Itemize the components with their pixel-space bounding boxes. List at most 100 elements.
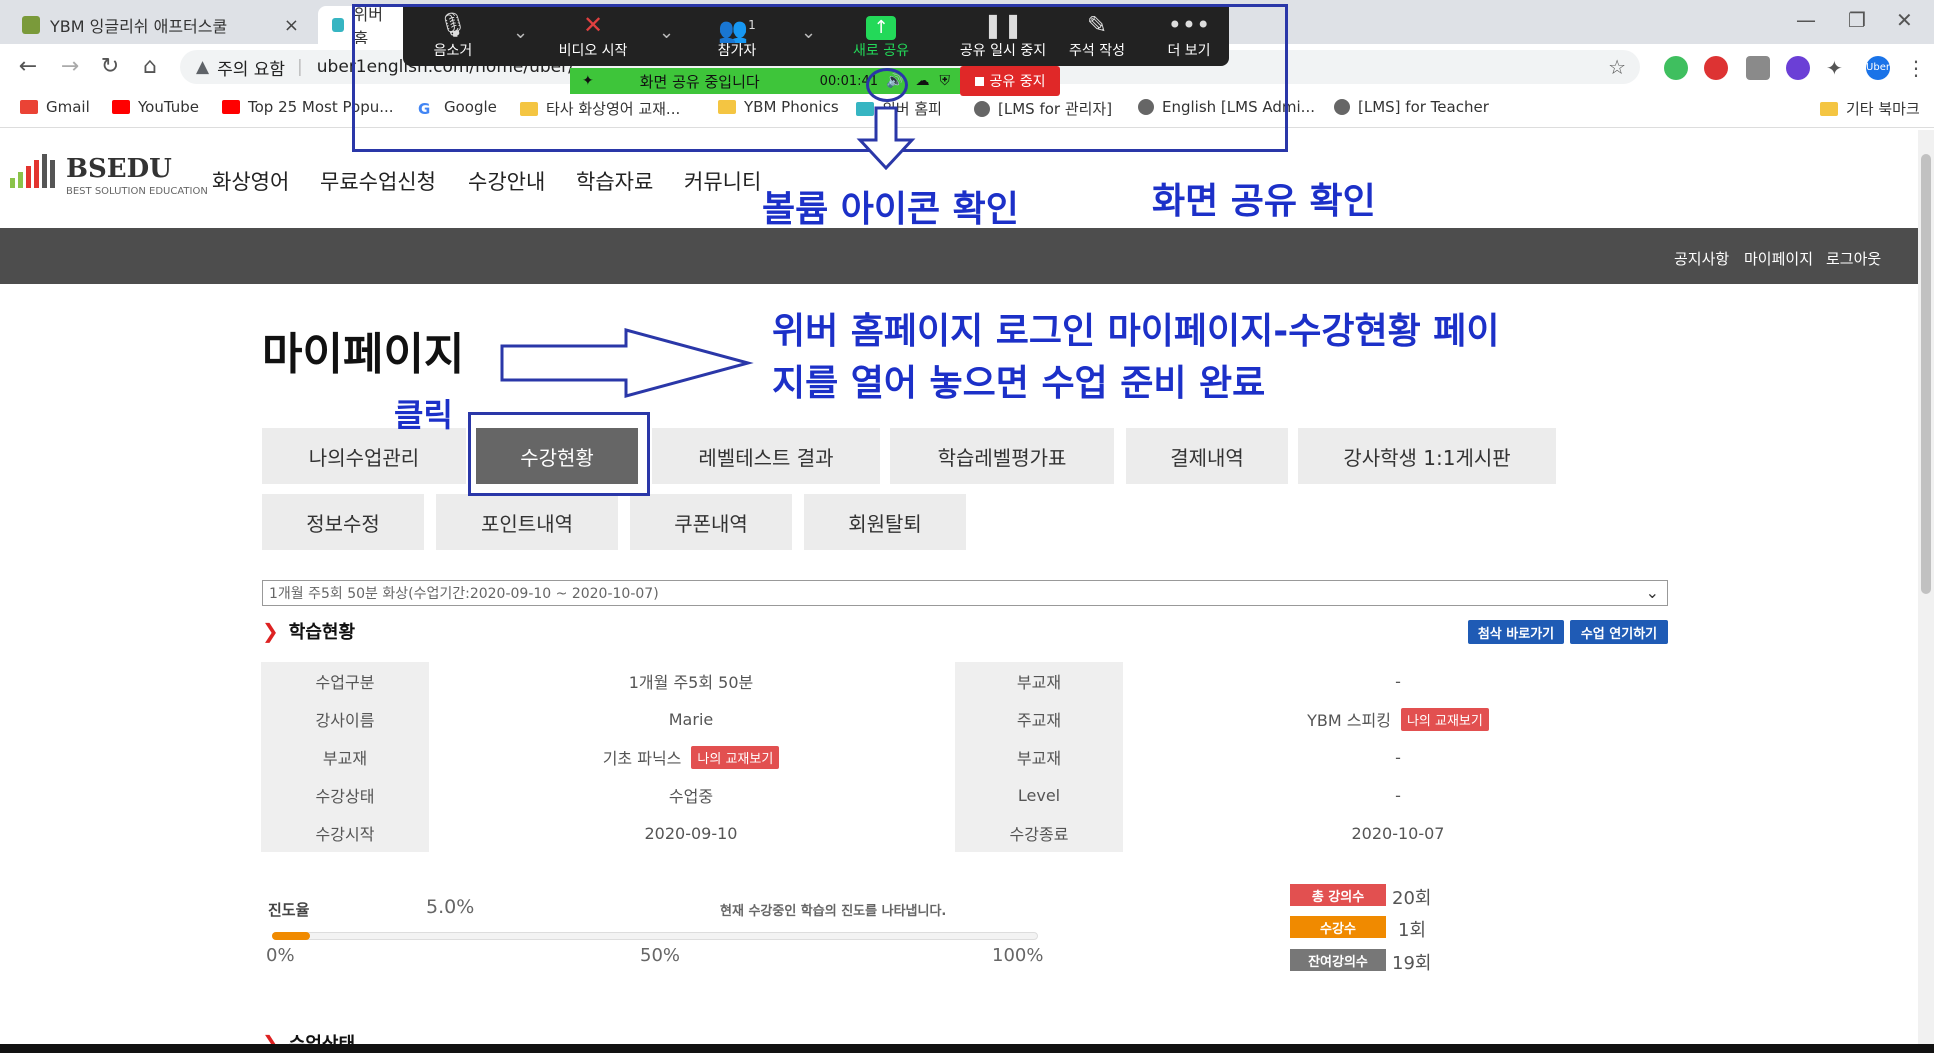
folder-icon	[1820, 101, 1838, 116]
info-value: -	[1395, 747, 1401, 767]
progress-tick: 50%	[640, 945, 681, 966]
menu-item[interactable]: 학습자료	[576, 166, 653, 196]
correction-button[interactable]: 첨삭 바로가기	[1468, 620, 1564, 644]
tab-board[interactable]: 강사학생 1:1게시판	[1298, 428, 1556, 484]
back-icon[interactable]: ←	[14, 54, 42, 79]
security-warning-label[interactable]: 주의 요함	[217, 55, 285, 80]
info-label: 수강종료	[955, 814, 1123, 852]
youtube-icon	[222, 100, 240, 114]
info-value: 수업중	[668, 787, 714, 806]
bookmark-gmail[interactable]: Gmail	[20, 98, 90, 116]
page-scrollbar[interactable]	[1918, 130, 1934, 1053]
postpone-class-button[interactable]: 수업 연기하기	[1570, 620, 1668, 644]
tab-points[interactable]: 포인트내역	[436, 494, 618, 550]
tab-withdraw[interactable]: 회원탈퇴	[804, 494, 966, 550]
restore-icon[interactable]: ❐	[1848, 8, 1866, 32]
menu-item[interactable]: 무료수업신청	[320, 166, 436, 196]
progress-value: 5.0%	[426, 896, 475, 918]
info-label: 수업구분	[261, 662, 429, 700]
remaining-lessons-label: 잔여강의수	[1290, 949, 1386, 971]
annotation-right-arrow-icon	[500, 328, 754, 398]
bookmark-label: YouTube	[138, 98, 199, 116]
tab-my-class[interactable]: 나의수업관리	[262, 428, 466, 484]
annotation-volume-check: 볼륨 아이콘 확인	[762, 189, 1019, 230]
puzzle-icon[interactable]: ✦	[1826, 56, 1850, 80]
globe-icon	[1334, 99, 1350, 115]
info-label: 수강상태	[261, 776, 429, 814]
menu-item[interactable]: 커뮤니티	[684, 166, 761, 196]
profile-avatar[interactable]: Uber	[1866, 56, 1890, 80]
notice-link[interactable]: 공지사항	[1674, 248, 1729, 269]
info-value: 2020-09-10	[644, 823, 738, 843]
info-value: -	[1395, 671, 1401, 691]
taken-lessons-value: 1회	[1398, 920, 1427, 941]
kebab-menu-icon[interactable]: ⋮	[1906, 56, 1930, 80]
info-value: 기초 파닉스	[602, 749, 682, 768]
tab-level-evaluation[interactable]: 학습레벨평가표	[890, 428, 1114, 484]
mypage-link[interactable]: 마이페이지	[1744, 248, 1813, 269]
youtube-icon	[112, 100, 130, 114]
progress-tick: 0%	[266, 945, 295, 966]
progress-label: 진도율	[268, 901, 310, 919]
tab-level-test[interactable]: 레벨테스트 결과	[652, 428, 880, 484]
close-icon[interactable]: ×	[284, 15, 299, 36]
extension-icon[interactable]	[1664, 56, 1688, 80]
info-label: 주교재	[955, 700, 1123, 738]
uber-favicon-icon	[332, 18, 344, 32]
progress-fill	[272, 932, 311, 940]
progress-track	[272, 932, 1038, 940]
info-label: 부교재	[955, 738, 1123, 776]
total-lessons-value: 20회	[1392, 888, 1432, 909]
info-label: 수강시작	[261, 814, 429, 852]
logo-text: BSEDU	[66, 154, 172, 184]
separator: |	[297, 57, 303, 77]
info-value: 2020-10-07	[1351, 823, 1445, 843]
extension-icon[interactable]	[1786, 56, 1810, 80]
info-label: Level	[955, 776, 1123, 814]
bookmark-youtube[interactable]: YouTube	[112, 98, 199, 116]
annotation-click: 클릭	[394, 396, 453, 434]
progress-description: 현재 수강중인 학습의 진도를 나타냅니다.	[720, 904, 947, 919]
gmail-icon	[20, 100, 38, 114]
annotation-instruction-line1: 위버 홈페이지 로그인 마이페이지-수강현황 페이	[772, 311, 1500, 352]
annotation-volume-circle	[866, 68, 908, 102]
bookmark-lms-teacher[interactable]: [LMS] for Teacher	[1334, 98, 1489, 116]
scrollbar-thumb[interactable]	[1921, 154, 1931, 594]
annotation-down-arrow-icon	[856, 106, 916, 170]
minimize-icon[interactable]: —	[1796, 8, 1816, 32]
view-textbook-button[interactable]: 나의 교재보기	[691, 745, 780, 769]
info-value: 1개월 주5회 50분	[628, 673, 754, 692]
chevron-right-icon: ❯	[262, 619, 279, 643]
tab-coupons[interactable]: 쿠폰내역	[630, 494, 792, 550]
course-select[interactable]: 1개월 주5회 50분 화상(수업기간:2020-09-10 ~ 2020-10…	[262, 580, 1668, 606]
tab-title: YBM 잉글리쉬 애프터스쿨	[50, 17, 228, 36]
info-label: 부교재	[955, 662, 1123, 700]
ybm-favicon-icon	[22, 16, 40, 34]
tab-payments[interactable]: 결제내역	[1126, 428, 1288, 484]
os-taskbar	[0, 1044, 1934, 1053]
progress-tick: 100%	[992, 945, 1044, 966]
view-textbook-button[interactable]: 나의 교재보기	[1400, 707, 1489, 731]
bookmark-label: 기타 북마크	[1846, 100, 1920, 118]
tab-edit-info[interactable]: 정보수정	[262, 494, 424, 550]
forward-icon[interactable]: →	[56, 54, 84, 79]
menu-item[interactable]: 수강안내	[468, 166, 545, 196]
taken-lessons-label: 수강수	[1290, 916, 1386, 938]
extension-icon[interactable]	[1704, 56, 1728, 80]
reload-icon[interactable]: ↻	[96, 54, 124, 79]
home-icon[interactable]: ⌂	[136, 54, 164, 79]
tab-ybm[interactable]: YBM 잉글리쉬 애프터스쿨 ×	[8, 6, 313, 44]
star-icon[interactable]: ☆	[1608, 55, 1626, 79]
logo-tagline: BEST SOLUTION EDUCATION	[66, 186, 208, 197]
bookmark-label: Gmail	[46, 98, 90, 116]
info-label: 강사이름	[261, 700, 429, 738]
info-value: -	[1395, 785, 1401, 805]
extension-icon[interactable]	[1746, 56, 1770, 80]
section-title-text: 학습현황	[288, 622, 356, 643]
info-label: 부교재	[261, 738, 429, 776]
window-close-icon[interactable]: ✕	[1896, 8, 1913, 32]
logout-link[interactable]: 로그아웃	[1826, 248, 1881, 269]
logo-bars-icon	[10, 154, 55, 188]
bookmark-other[interactable]: 기타 북마크	[1820, 98, 1920, 119]
menu-item[interactable]: 화상영어	[212, 166, 289, 196]
